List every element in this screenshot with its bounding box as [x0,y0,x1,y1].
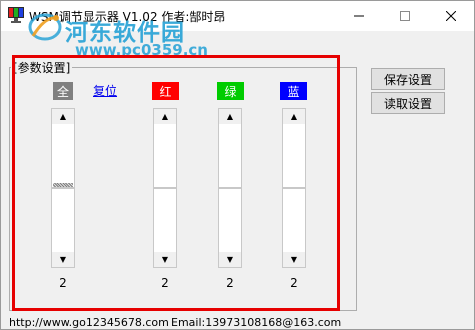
channel-label-all: 全 [53,82,73,100]
arrow-down-icon[interactable]: ▼ [154,252,176,267]
close-button[interactable] [428,1,474,31]
monitor-app-icon [8,7,24,23]
status-url: http://www.go12345678.com [9,316,169,329]
channel-label-green: 绿 [217,82,244,100]
status-bar: http://www.go12345678.com Email:13973108… [1,313,474,330]
app-window: WSM调节显示器 V1.02 作者:郜时昂 河东软件园 www.pc0359.c… [0,0,475,330]
arrow-up-icon[interactable]: ▲ [154,109,176,124]
groupbox-legend: [参数设置] [11,59,73,76]
arrow-up-icon[interactable]: ▲ [283,109,305,124]
channel-value-all: 2 [59,276,67,290]
scrollbar-red[interactable]: ▲ ▼ [153,108,177,268]
track-divider [283,187,305,189]
minimize-icon [354,15,364,17]
watermark-site-url: www.pc0359.cn [75,41,208,59]
arrow-down-icon[interactable]: ▼ [52,252,74,267]
close-icon [446,11,456,21]
arrow-up-icon[interactable]: ▲ [52,109,74,124]
scrollbar-blue[interactable]: ▲ ▼ [282,108,306,268]
track-divider [219,187,241,189]
scrollbar-green[interactable]: ▲ ▼ [218,108,242,268]
minimize-button[interactable] [336,1,382,31]
channel-label-red: 红 [152,82,179,100]
maximize-icon [400,11,410,21]
arrow-down-icon[interactable]: ▼ [283,252,305,267]
track-divider [52,187,74,189]
arrow-up-icon[interactable]: ▲ [219,109,241,124]
arrow-down-icon[interactable]: ▼ [219,252,241,267]
maximize-button[interactable] [382,1,428,31]
save-settings-button[interactable]: 保存设置 [371,68,445,90]
channel-label-blue: 蓝 [280,82,307,100]
channel-value-blue: 2 [290,276,298,290]
channel-value-red: 2 [161,276,169,290]
track-divider [154,187,176,189]
status-email: Email:13973108168@163.com [171,316,342,329]
scrollbar-all[interactable]: ▲ ▼ [51,108,75,268]
channel-value-green: 2 [226,276,234,290]
reset-link[interactable]: 复位 [93,82,117,99]
load-settings-button[interactable]: 读取设置 [371,92,445,114]
watermark-logo [28,13,62,41]
